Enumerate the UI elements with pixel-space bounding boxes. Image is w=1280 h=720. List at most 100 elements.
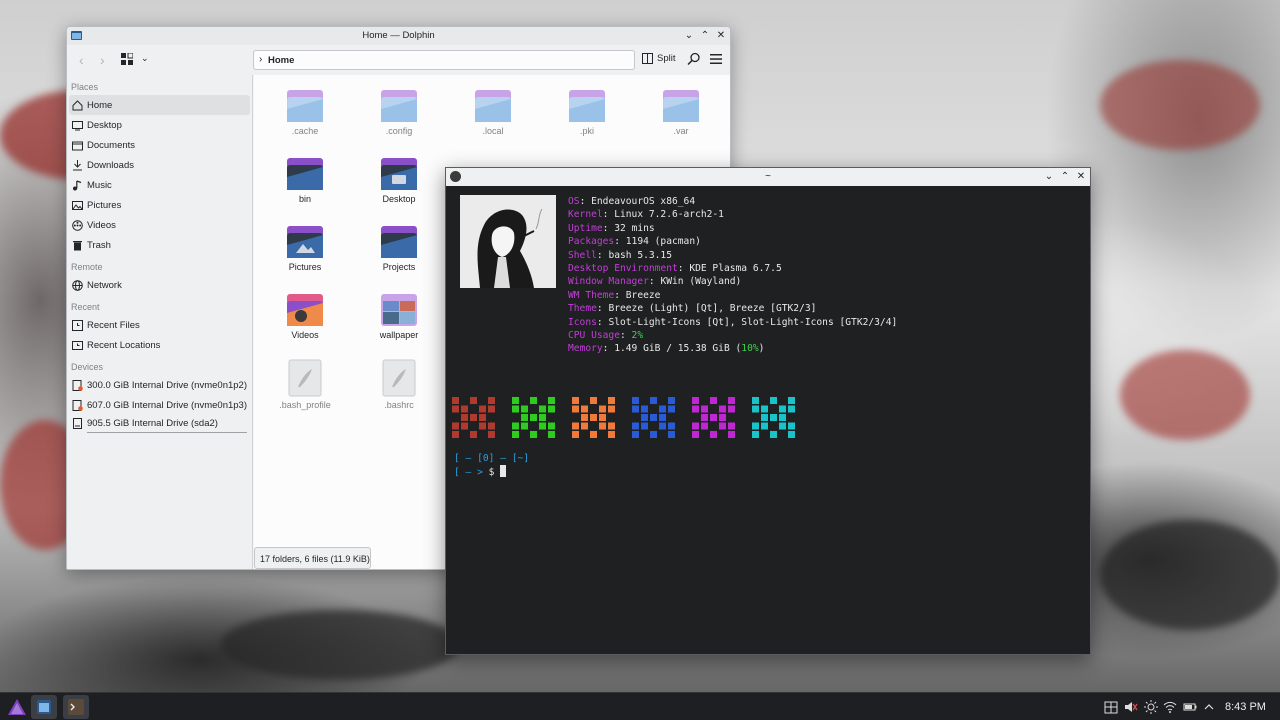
- file-item[interactable]: .bashrc: [354, 359, 444, 410]
- sidebar-item-label: Downloads: [87, 159, 134, 171]
- search-icon[interactable]: [687, 52, 701, 66]
- folder-icon: [287, 90, 323, 122]
- split-label: Split: [657, 53, 676, 64]
- swatch-cell: [548, 422, 555, 430]
- status-bar: 17 folders, 6 files (11.9 KiB): [254, 547, 371, 569]
- terminal-output[interactable]: OS: EndeavourOS x86_64 Kernel: Linux 7.2…: [446, 186, 1090, 654]
- sidebar-item-videos[interactable]: Videos: [67, 215, 252, 235]
- download-icon: [73, 159, 82, 170]
- sidebar-item-recent-files[interactable]: Recent Files: [67, 315, 252, 335]
- swatch-cell: [452, 405, 459, 413]
- close-icon[interactable]: ✕: [716, 30, 726, 41]
- file-label: .config: [385, 126, 413, 136]
- swatch-cell: [548, 397, 555, 404]
- breadcrumb-home[interactable]: Home: [268, 55, 294, 66]
- minimize-icon[interactable]: ⌄: [1044, 171, 1054, 182]
- file-item[interactable]: Pictures: [260, 223, 350, 272]
- swatch-cell: [512, 431, 519, 438]
- location-bar[interactable]: › Home: [253, 50, 635, 70]
- file-item[interactable]: .local: [448, 87, 538, 136]
- window-title: Home — Dolphin: [362, 30, 435, 41]
- color-swatch: [572, 397, 615, 438]
- swatch-cell: [581, 414, 588, 421]
- taskbar-dolphin-button[interactable]: [31, 695, 57, 719]
- volume-muted-icon[interactable]: [1124, 700, 1138, 714]
- wifi-icon[interactable]: [1163, 700, 1177, 714]
- sidebar-item-pictures[interactable]: Pictures: [67, 195, 252, 215]
- terminal-task-icon: [68, 699, 84, 715]
- swatch-cell: [581, 422, 588, 430]
- swatch-cell: [710, 397, 717, 404]
- file-item[interactable]: .pki: [542, 87, 632, 136]
- info-row: Theme: Breeze (Light) [Qt], Breeze [GTK2…: [568, 303, 817, 315]
- maximize-icon[interactable]: ⌃: [700, 30, 710, 41]
- sidebar-item-drive-nvme0n1p2[interactable]: 300.0 GiB Internal Drive (nvme0n1p2): [67, 375, 252, 395]
- videos-icon: [72, 219, 83, 231]
- battery-icon[interactable]: [1183, 700, 1197, 714]
- sidebar-item-recent-locations[interactable]: Recent Locations: [67, 335, 252, 355]
- sidebar-item-drive-sda2[interactable]: 905.5 GiB Internal Drive (sda2): [67, 415, 252, 432]
- chevron-down-icon[interactable]: ⌄: [141, 53, 149, 64]
- sidebar-item-home[interactable]: Home: [69, 95, 250, 115]
- swatch-cell: [752, 405, 759, 413]
- videos-folder-icon: [287, 294, 323, 326]
- file-item[interactable]: Desktop: [354, 155, 444, 204]
- file-item[interactable]: Projects: [354, 223, 444, 272]
- swatch-cell: [752, 431, 759, 438]
- terminal-titlebar[interactable]: ~ ⌄ ⌃ ✕: [446, 168, 1090, 186]
- file-item[interactable]: Videos: [260, 291, 350, 340]
- info-row: Packages: 1194 (pacman): [568, 236, 701, 248]
- sidebar-item-network[interactable]: Network: [67, 275, 252, 295]
- swatch-cell: [590, 431, 597, 438]
- file-item[interactable]: .bash_profile: [260, 359, 350, 410]
- sidebar-item-music[interactable]: Music: [67, 175, 252, 195]
- swatch-cell: [692, 431, 699, 438]
- swatch-cell: [470, 431, 477, 438]
- drive-icon: [72, 379, 83, 391]
- color-swatch: [752, 397, 795, 438]
- taskbar-terminal-button[interactable]: [63, 695, 89, 719]
- app-launcher-icon[interactable]: [4, 695, 30, 719]
- desktop-folder-icon: [381, 158, 417, 190]
- minimize-icon[interactable]: ⌄: [684, 30, 694, 41]
- file-label: .var: [673, 126, 689, 136]
- swatch-cell: [581, 405, 588, 413]
- info-row: Memory: 1.49 GiB / 15.38 GiB (10%): [568, 343, 765, 355]
- swatch-cell: [488, 422, 495, 430]
- swatch-cell: [479, 405, 486, 413]
- swatch-cell: [461, 405, 468, 413]
- split-button[interactable]: Split: [642, 53, 675, 64]
- file-item[interactable]: .var: [636, 87, 726, 136]
- sidebar-item-trash[interactable]: Trash: [67, 235, 252, 255]
- anime-portrait-image: [460, 195, 556, 288]
- sidebar-item-drive-nvme0n1p3[interactable]: 607.0 GiB Internal Drive (nvme0n1p3): [67, 395, 252, 415]
- sidebar-item-downloads[interactable]: Downloads: [67, 155, 252, 175]
- file-item[interactable]: .config: [354, 87, 444, 136]
- file-item[interactable]: .cache: [260, 87, 350, 136]
- forward-icon[interactable]: ›: [100, 53, 105, 67]
- clock[interactable]: 8:43 PM: [1225, 701, 1266, 713]
- sidebar-item-desktop[interactable]: Desktop: [67, 115, 252, 135]
- swatch-cell: [770, 431, 777, 438]
- chevron-up-icon[interactable]: [1202, 700, 1216, 714]
- drive-icon: [73, 418, 82, 429]
- swatch-cell: [692, 397, 699, 404]
- hamburger-menu-icon[interactable]: [710, 53, 722, 65]
- shell-prompt[interactable]: [ — [0] — [~] [ — > $: [454, 452, 529, 478]
- dolphin-titlebar[interactable]: Home — Dolphin ⌄ ⌃ ✕: [67, 27, 730, 45]
- file-item[interactable]: bin: [260, 155, 350, 204]
- close-icon[interactable]: ✕: [1076, 171, 1086, 182]
- maximize-icon[interactable]: ⌃: [1060, 171, 1070, 182]
- back-icon[interactable]: ‹: [79, 53, 84, 67]
- places-header: Places: [71, 82, 99, 92]
- swatch-cell: [452, 422, 459, 430]
- swatch-cell: [488, 431, 495, 438]
- brightness-icon[interactable]: [1144, 700, 1158, 714]
- file-item[interactable]: wallpaper: [354, 291, 444, 340]
- swatch-cell: [728, 397, 735, 404]
- view-mode-icon[interactable]: [121, 53, 133, 65]
- sidebar-item-documents[interactable]: Documents: [67, 135, 252, 155]
- terminal-window: ~ ⌄ ⌃ ✕ OS: EndeavourOS x86_64 Kernel: L…: [445, 167, 1091, 655]
- sidebar-item-label: Desktop: [87, 119, 122, 131]
- clipboard-icon[interactable]: [1104, 700, 1118, 714]
